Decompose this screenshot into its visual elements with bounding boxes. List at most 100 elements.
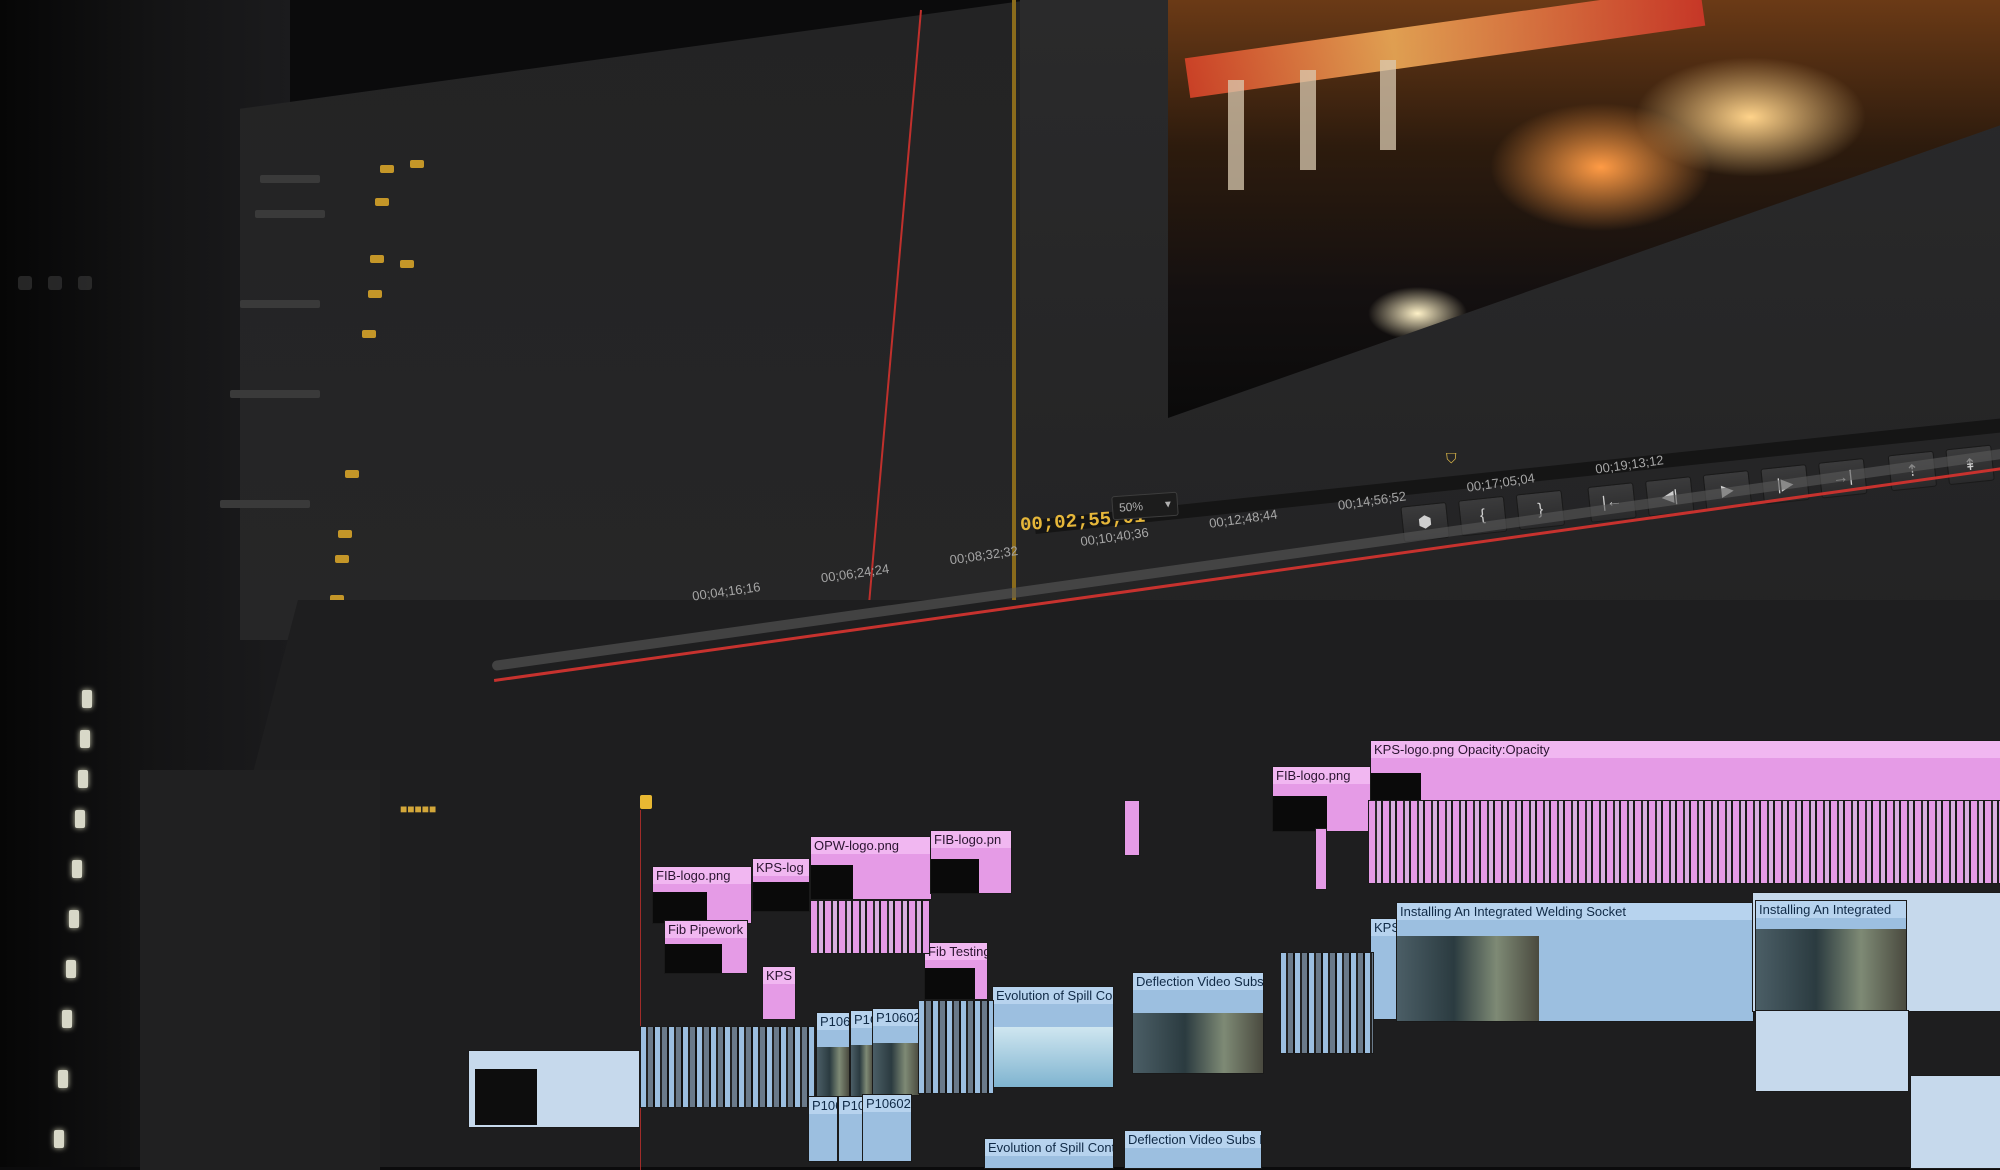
parameter-value[interactable] <box>400 260 414 268</box>
timeline-clip[interactable] <box>468 1050 640 1128</box>
timeline-clip[interactable]: P10602 <box>872 1008 920 1096</box>
parameter-value[interactable] <box>370 255 384 263</box>
clip-thumbnail <box>993 1027 1113 1087</box>
keyboard-led-strip <box>50 690 110 1160</box>
timeline-clip[interactable]: Deflection Video Subs I <box>1132 972 1264 1074</box>
timeline-clip[interactable]: P10602 <box>862 1094 912 1162</box>
timeline-clip[interactable]: P106 <box>816 1012 850 1100</box>
clip-label: KPS-log <box>753 859 809 876</box>
clip-label: Fib Testing. <box>925 943 987 960</box>
clip-thumbnail <box>653 892 707 923</box>
led-indicator <box>69 910 79 928</box>
timeline-clip[interactable]: Installing An Integrated Welding Socket <box>1396 902 1754 1022</box>
parameter-value[interactable] <box>335 555 349 563</box>
timeline-clip-group[interactable] <box>810 900 930 954</box>
parameter-row <box>220 500 310 508</box>
timeline-clip[interactable]: Fib Pipework <box>664 920 748 974</box>
track-headers <box>140 770 380 1170</box>
timeline-clip-group[interactable] <box>1280 952 1374 1054</box>
video-pillar <box>1380 60 1396 150</box>
parameter-value[interactable] <box>345 470 359 478</box>
parameter-value[interactable] <box>380 165 394 173</box>
led-indicator <box>66 960 76 978</box>
clip-thumbnail <box>817 1047 849 1099</box>
timeline-playhead-handle[interactable] <box>640 795 652 809</box>
clip-label: Fib Pipework <box>665 921 747 938</box>
timeline-clip-group[interactable] <box>1368 800 2000 884</box>
ruler-tick: 00;14;56;52 <box>1336 488 1408 513</box>
sequence-tab[interactable]: ■■■■■ <box>400 802 436 816</box>
clip-label: P10602 <box>873 1009 919 1026</box>
timeline-clip[interactable]: FIB-logo.png <box>652 866 752 924</box>
timeline-clip[interactable]: OPW-logo.png <box>810 836 932 900</box>
led-indicator <box>54 1130 64 1148</box>
parameter-value[interactable] <box>410 160 424 168</box>
clip-thumbnail <box>665 944 723 973</box>
led-indicator <box>72 860 82 878</box>
led-indicator <box>58 1070 68 1088</box>
clip-thumbnail <box>1756 929 1906 1013</box>
parameter-value[interactable] <box>375 198 389 206</box>
timeline-clip[interactable]: Installing An Integrated <box>1755 900 1907 1014</box>
clip-thumbnail <box>811 864 853 899</box>
clip-label: Evolution of Spill Cont <box>993 987 1113 1004</box>
ruler-tick: 00;19;13;12 <box>1594 452 1665 477</box>
clip-effect: Opacity:Opacity <box>1457 742 1550 757</box>
clip-label: FIB-logo.png <box>1273 767 1371 784</box>
clip-label: FIB-logo.pn <box>931 831 1011 848</box>
parameter-value[interactable] <box>362 330 376 338</box>
square-icon <box>18 276 32 290</box>
timeline-clip-group[interactable] <box>918 1000 994 1094</box>
clip-thumbnail <box>873 1043 919 1095</box>
led-indicator <box>62 1010 72 1028</box>
ruler-tick: 00;17;05;04 <box>1465 470 1536 495</box>
clip-label: Installing An Integrated Welding Socket <box>1397 903 1753 920</box>
parameter-row <box>240 300 320 308</box>
timeline-clip[interactable]: Evolution of Spill Conta <box>984 1138 1114 1169</box>
clip-label: P106 <box>817 1013 849 1030</box>
clip-label: P1C <box>851 1011 873 1028</box>
timeline-clip[interactable]: KPS Pi <box>762 966 796 1020</box>
clip-label: KPS-logo.png Opacity:Opacity <box>1371 741 2000 758</box>
led-indicator <box>75 810 85 828</box>
ruler-tick: 00;08;32;32 <box>948 542 1019 568</box>
timeline-clip[interactable]: P106 <box>808 1096 838 1162</box>
timeline-clip-group[interactable] <box>640 1026 816 1108</box>
timeline-clip[interactable] <box>1124 800 1140 856</box>
timeline-clip[interactable]: FIB-logo.pn <box>930 830 1012 894</box>
timeline-clip[interactable] <box>1315 828 1327 890</box>
parameter-value[interactable] <box>338 530 352 538</box>
video-pillar <box>1300 70 1316 170</box>
bezel-icon-group <box>10 270 130 340</box>
timeline-playhead-line <box>640 810 641 1170</box>
timeline-clip[interactable] <box>1755 1010 1909 1092</box>
clip-thumbnail <box>1397 936 1540 1021</box>
clip-thumbnail <box>753 882 809 911</box>
timeline-clip[interactable]: P1C <box>850 1010 874 1098</box>
timeline-clip[interactable]: P10 <box>838 1096 864 1162</box>
parameter-row <box>230 390 320 398</box>
parameter-value[interactable] <box>368 290 382 298</box>
ruler-tick: 00;12;48;44 <box>1208 506 1279 531</box>
clip-thumbnail <box>851 1045 873 1097</box>
clip-label: OPW-logo.png <box>811 837 931 854</box>
timeline-clip[interactable]: Fib Testing. <box>924 942 988 1000</box>
square-icon <box>78 276 92 290</box>
clip-label: Deflection Video Subs E <box>1125 1131 1261 1148</box>
led-indicator <box>82 690 92 708</box>
clip-thumbnail <box>475 1069 537 1125</box>
clip-label: Deflection Video Subs I <box>1133 973 1263 990</box>
timeline-clip[interactable] <box>1910 1075 2000 1169</box>
timeline-clip[interactable]: FIB-logo.png <box>1272 766 1372 832</box>
clip-label: Evolution of Spill Conta <box>985 1139 1113 1156</box>
clip-label: P10 <box>839 1097 863 1114</box>
timeline-clip[interactable]: KPS-log <box>752 858 810 912</box>
led-indicator <box>80 730 90 748</box>
timeline-clip[interactable]: Deflection Video Subs E <box>1124 1130 1262 1169</box>
timeline-clip[interactable]: Evolution of Spill Cont <box>992 986 1114 1088</box>
clip-label: P106 <box>809 1097 837 1114</box>
clip-label: KPS Pi <box>763 967 795 984</box>
parameter-row <box>255 210 325 218</box>
clip-label: P10602 <box>863 1095 911 1112</box>
ruler-tick: 00;04;16;16 <box>691 579 762 604</box>
